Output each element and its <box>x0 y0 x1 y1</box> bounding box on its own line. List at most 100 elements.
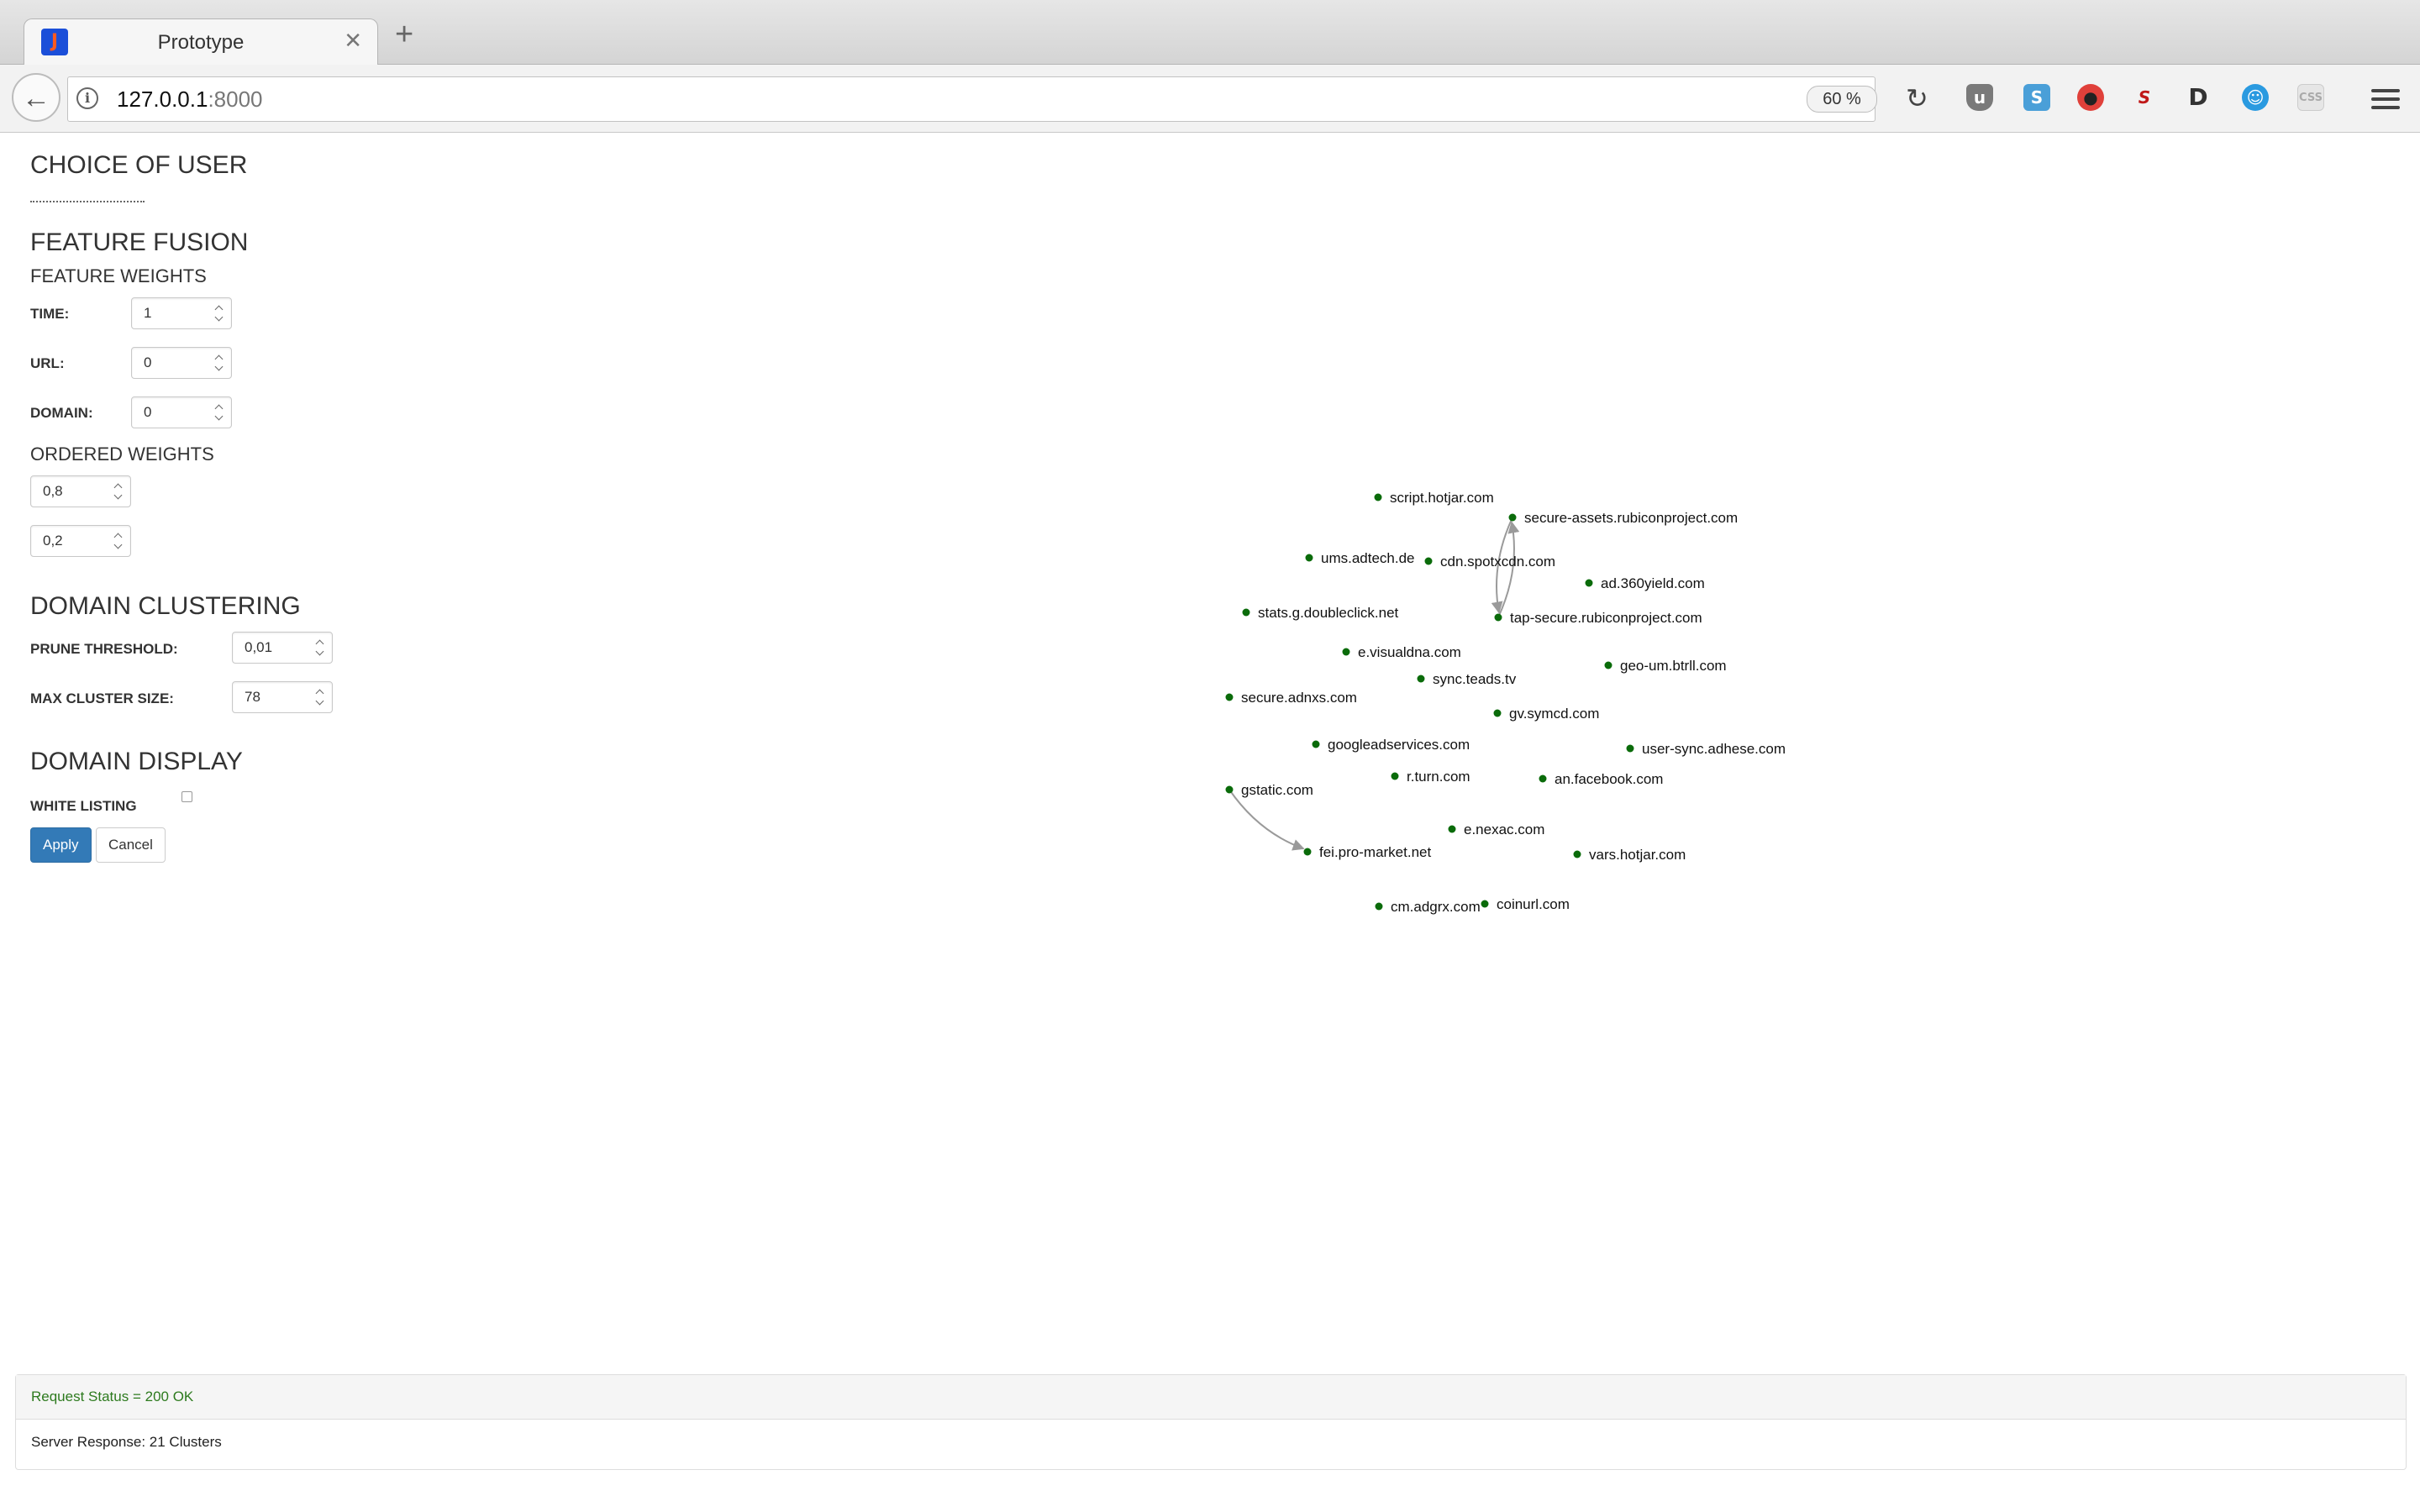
graph-node-dot[interactable] <box>1417 675 1425 683</box>
ublock-icon[interactable]: u <box>1966 84 1993 111</box>
css-icon[interactable]: CSS <box>2297 84 2324 111</box>
graph-node-dot[interactable] <box>1312 740 1320 748</box>
graph-node-dot[interactable] <box>1493 709 1502 717</box>
graph-node-dot[interactable] <box>1242 608 1250 617</box>
ordered-weight-1-input[interactable]: 0,8 <box>30 475 131 507</box>
graph-node[interactable]: geo-um.btrll.com <box>1604 658 1727 674</box>
prune-threshold-label: PRUNE THRESHOLD: <box>30 641 178 657</box>
graph-node[interactable]: ums.adtech.de <box>1305 550 1415 566</box>
graph-edge <box>1228 789 1305 851</box>
max-cluster-size-input[interactable]: 78 <box>232 681 333 713</box>
browser-tab[interactable]: J Prototype ✕ <box>24 18 378 66</box>
graph-node-dot[interactable] <box>1539 774 1547 783</box>
graph-node[interactable]: ad.360yield.com <box>1585 575 1705 591</box>
graph-node-dot[interactable] <box>1448 825 1456 833</box>
graph-node-dot[interactable] <box>1305 554 1313 562</box>
ordered-weight-2-input[interactable]: 0,2 <box>30 525 131 557</box>
graph-node[interactable]: cdn.spotxcdn.com <box>1424 554 1556 570</box>
d-extension-icon[interactable]: D <box>2185 84 2212 111</box>
status-panel: Request Status = 200 OK Server Response:… <box>15 1374 2407 1470</box>
new-tab-icon[interactable]: + <box>395 18 413 50</box>
spinner-icon[interactable] <box>214 303 224 323</box>
graph-node[interactable]: an.facebook.com <box>1539 771 1664 787</box>
sj-extension-icon[interactable]: S <box>2131 84 2158 111</box>
domain-weight-input[interactable]: 0 <box>131 396 232 428</box>
graph-node-dot[interactable] <box>1375 902 1383 911</box>
site-info-icon[interactable]: i <box>76 87 98 109</box>
graph-node-dot[interactable] <box>1374 493 1382 501</box>
url-port: :8000 <box>208 87 263 112</box>
reload-icon[interactable]: ↻ <box>1906 82 1928 114</box>
graph-node-dot[interactable] <box>1303 848 1312 856</box>
graph-node-dot[interactable] <box>1573 850 1581 858</box>
graph-node-dot[interactable] <box>1604 661 1612 669</box>
graph-node[interactable]: vars.hotjar.com <box>1573 847 1686 863</box>
graph-node-dot[interactable] <box>1225 785 1234 794</box>
prune-threshold-input[interactable]: 0,01 <box>232 632 333 664</box>
graph-node-dot[interactable] <box>1391 772 1399 780</box>
graph-node[interactable]: gstatic.com <box>1225 782 1313 798</box>
graph-node[interactable]: tap-secure.rubiconproject.com <box>1494 610 1702 626</box>
address-bar[interactable]: i 127.0.0.1:8000 <box>67 76 1876 122</box>
graph-node-label: gv.symcd.com <box>1509 706 1599 722</box>
graph-node[interactable]: r.turn.com <box>1391 769 1470 785</box>
spinner-icon[interactable] <box>214 353 224 373</box>
domain-weight-value: 0 <box>144 404 152 420</box>
domain-cluster-graph[interactable]: script.hotjar.com secure-assets.rubiconpr… <box>1176 470 1849 941</box>
graph-node-label: gstatic.com <box>1241 782 1313 798</box>
graph-node[interactable]: e.nexac.com <box>1448 822 1545 837</box>
graph-node[interactable]: secure.adnxs.com <box>1225 690 1357 706</box>
cancel-button[interactable]: Cancel <box>96 827 166 863</box>
graph-edge <box>1497 521 1520 618</box>
graph-node[interactable]: fei.pro-market.net <box>1303 844 1432 860</box>
graph-node-label: secure-assets.rubiconproject.com <box>1524 510 1738 526</box>
graph-node-label: geo-um.btrll.com <box>1620 658 1727 674</box>
url-weight-input[interactable]: 0 <box>131 347 232 379</box>
url-host: 127.0.0.1 <box>117 87 208 112</box>
white-listing-label: WHITE LISTING <box>30 798 137 814</box>
spinner-icon[interactable] <box>315 638 325 658</box>
profile-icon[interactable]: ☺ <box>2242 84 2269 111</box>
close-tab-icon[interactable]: ✕ <box>344 28 362 54</box>
graph-node-label: sync.teads.tv <box>1433 671 1517 687</box>
graph-node[interactable]: stats.g.doubleclick.net <box>1242 605 1399 621</box>
choice-of-user-heading: CHOICE OF USER <box>30 151 248 179</box>
graph-node-label: googleadservices.com <box>1328 737 1470 753</box>
spinner-icon[interactable] <box>315 687 325 707</box>
graph-node[interactable]: secure-assets.rubiconproject.com <box>1508 510 1739 526</box>
graph-node[interactable]: googleadservices.com <box>1312 737 1470 753</box>
time-weight-input[interactable]: 1 <box>131 297 232 329</box>
max-cluster-size-value: 78 <box>245 689 260 705</box>
user-select-placeholder[interactable] <box>30 201 145 202</box>
graph-node-dot[interactable] <box>1481 900 1489 908</box>
back-button[interactable]: ← <box>12 73 60 122</box>
white-listing-checkbox[interactable] <box>182 791 192 802</box>
graph-node[interactable]: e.visualdna.com <box>1342 644 1461 660</box>
graph-node[interactable]: gv.symcd.com <box>1493 706 1600 722</box>
spinner-icon[interactable] <box>214 402 224 423</box>
graph-node-dot[interactable] <box>1342 648 1350 656</box>
graph-node-dot[interactable] <box>1585 579 1593 587</box>
graph-node[interactable]: cm.adgrx.com <box>1375 899 1481 915</box>
graph-node-label: cm.adgrx.com <box>1391 899 1481 915</box>
domain-clustering-heading: DOMAIN CLUSTERING <box>30 592 301 620</box>
graph-node-dot[interactable] <box>1494 613 1502 622</box>
hamburger-menu-icon[interactable] <box>2371 84 2400 114</box>
graph-node[interactable]: script.hotjar.com <box>1374 490 1494 506</box>
spinner-icon[interactable] <box>113 481 124 501</box>
graph-node-dot[interactable] <box>1508 513 1517 522</box>
ordered-weights-heading: ORDERED WEIGHTS <box>30 444 214 465</box>
spinner-icon[interactable] <box>113 531 124 551</box>
server-response-text: Server Response: 21 Clusters <box>31 1434 222 1450</box>
s-extension-icon[interactable]: S <box>2023 84 2050 111</box>
graph-node[interactable]: coinurl.com <box>1481 896 1570 912</box>
graph-node[interactable]: sync.teads.tv <box>1417 671 1517 687</box>
zoom-level-indicator[interactable]: 60 % <box>1807 86 1877 113</box>
apply-button[interactable]: Apply <box>30 827 92 863</box>
red-extension-icon[interactable]: ● <box>2077 84 2104 111</box>
graph-node-dot[interactable] <box>1424 557 1433 565</box>
time-weight-value: 1 <box>144 305 152 321</box>
graph-node[interactable]: user-sync.adhese.com <box>1626 741 1786 757</box>
graph-node-dot[interactable] <box>1626 744 1634 753</box>
graph-node-dot[interactable] <box>1225 693 1234 701</box>
